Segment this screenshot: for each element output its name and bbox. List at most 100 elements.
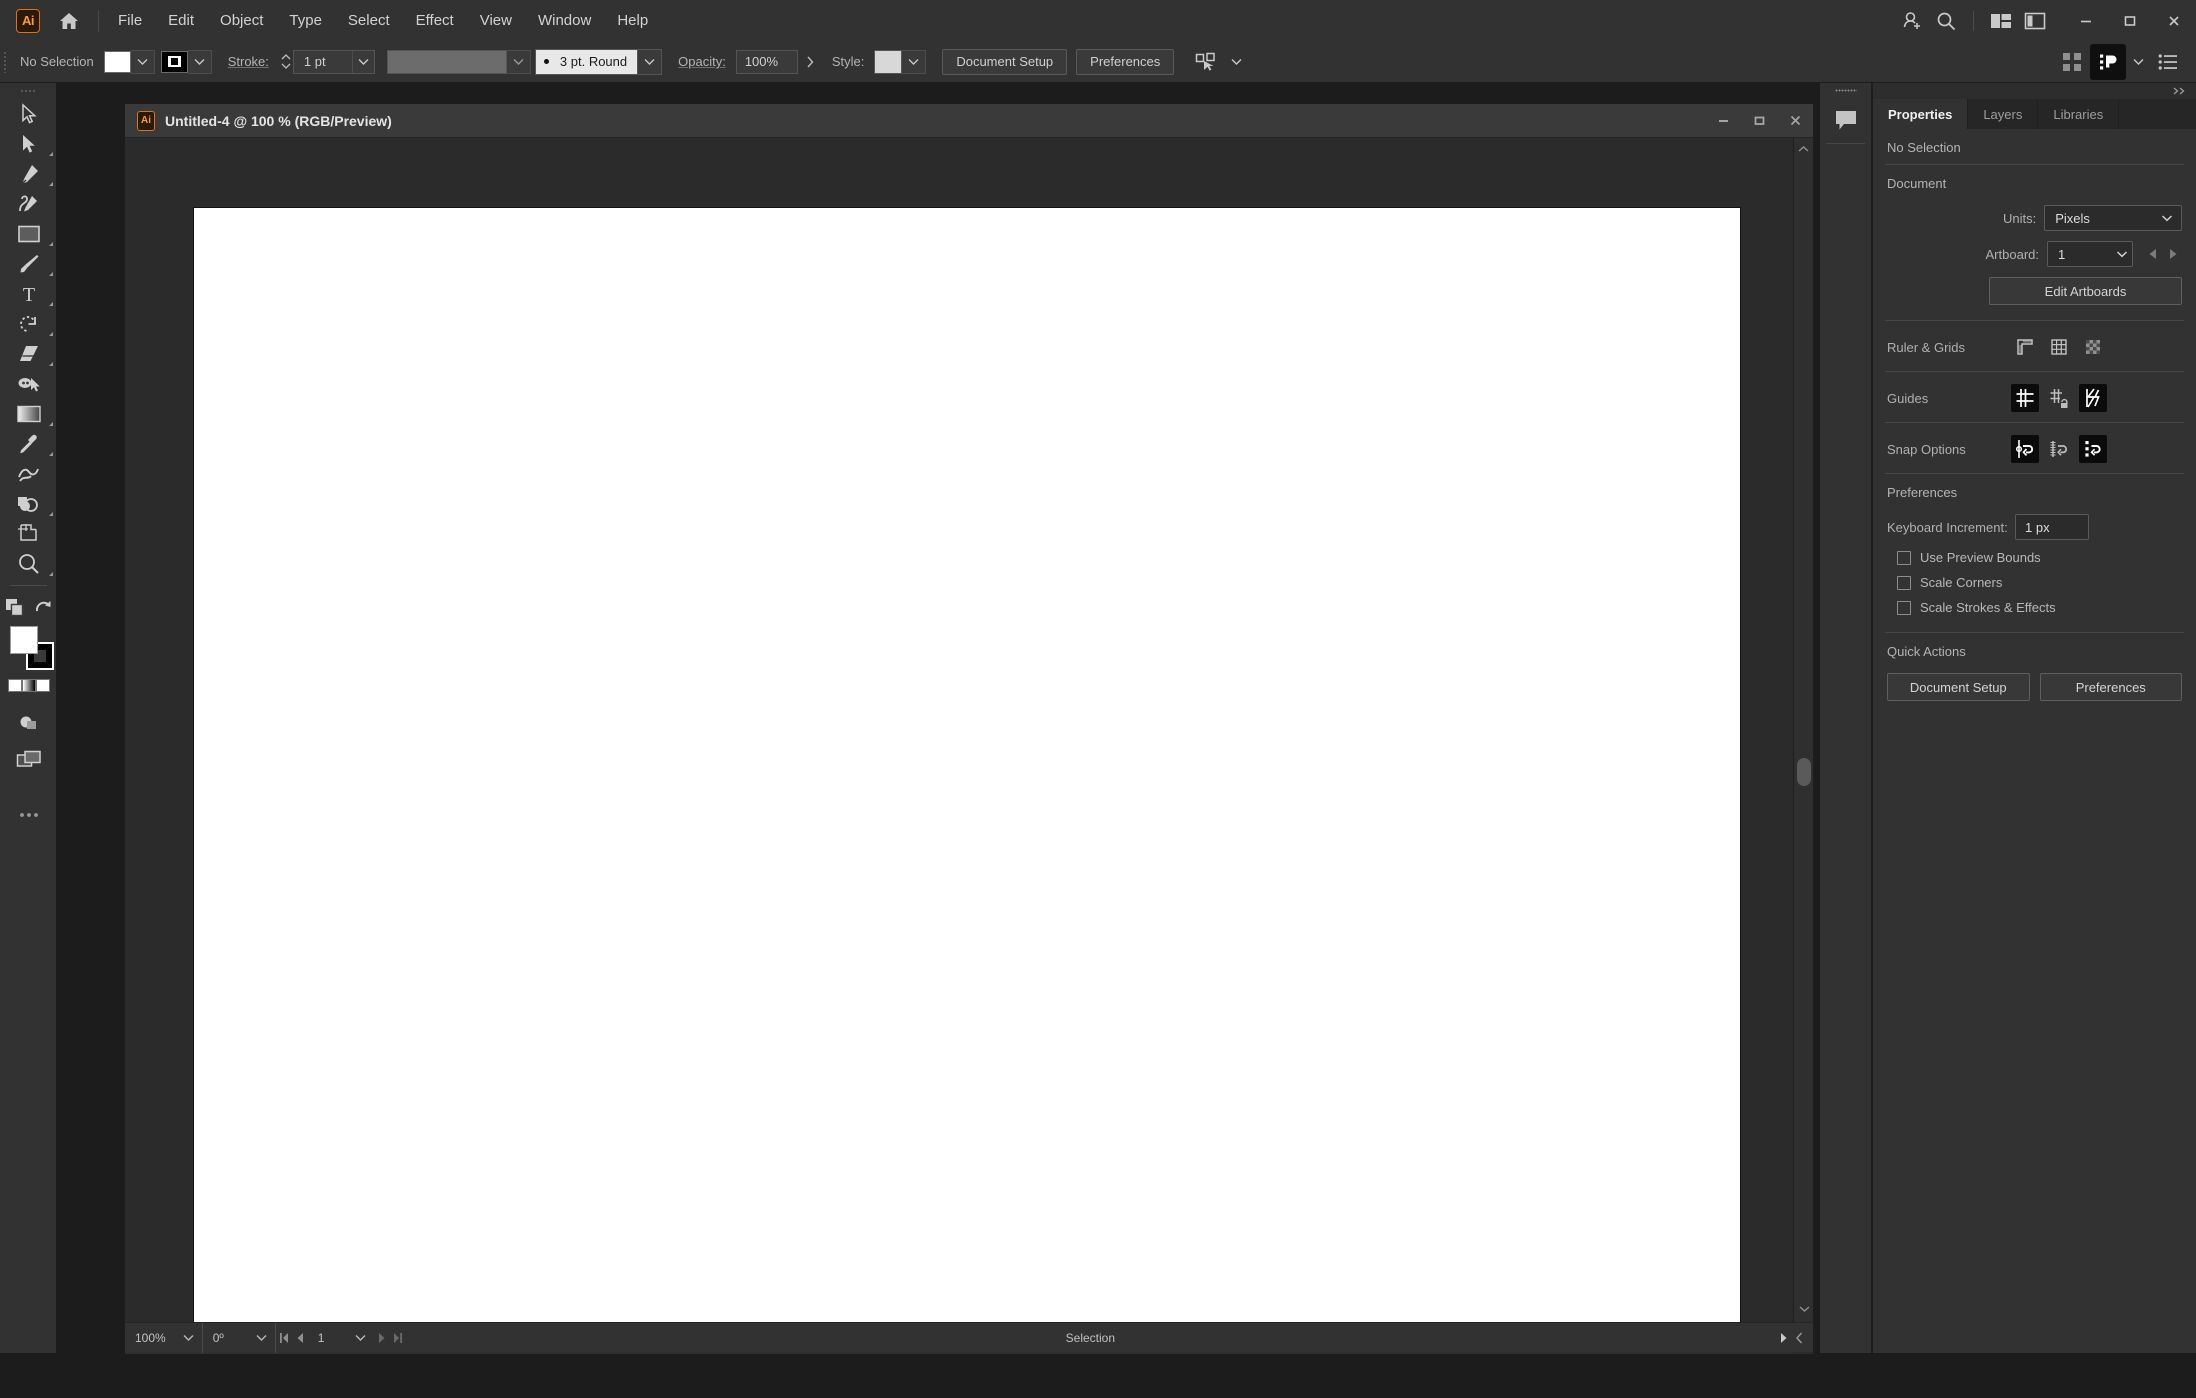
stroke-weight-label[interactable]: Stroke:: [228, 54, 269, 69]
stroke-weight-combo[interactable]: 1 pt: [292, 49, 375, 74]
fill-color-swatch[interactable]: [103, 50, 131, 73]
artboard-number-dropdown-arrow[interactable]: [348, 1334, 374, 1341]
menu-item-effect[interactable]: Effect: [403, 8, 467, 33]
collapse-panel-icon[interactable]: [2172, 86, 2188, 96]
swap-fill-stroke-icon[interactable]: [5, 598, 24, 617]
rotate-tool[interactable]: [0, 309, 57, 339]
vertical-scrollbar[interactable]: [1793, 138, 1813, 1322]
tab-properties[interactable]: Properties: [1873, 99, 1969, 129]
gradient-swatch-button[interactable]: [21, 678, 36, 692]
default-fill-stroke-icon[interactable]: [34, 598, 52, 616]
units-select[interactable]: Pixels: [2044, 205, 2182, 231]
arrange-icon[interactable]: [2054, 44, 2090, 80]
next-artboard-icon[interactable]: [374, 1323, 390, 1353]
screen-mode-icon[interactable]: [0, 744, 57, 774]
rotation-dropdown-arrow[interactable]: [249, 1334, 275, 1341]
previous-artboard-icon[interactable]: [292, 1323, 308, 1353]
opacity-input[interactable]: 100%: [735, 49, 798, 74]
canvas-area[interactable]: [125, 138, 1813, 1354]
graphic-style-swatch[interactable]: [874, 49, 903, 74]
show-rulers-icon[interactable]: [2011, 333, 2039, 361]
show-transparency-grid-icon[interactable]: [2079, 333, 2107, 361]
menu-item-file[interactable]: File: [105, 8, 155, 33]
properties-dropdown-button[interactable]: [2126, 50, 2150, 74]
artboard[interactable]: [193, 207, 1741, 1354]
selection-tool[interactable]: [0, 99, 57, 129]
none-swatch-button[interactable]: [35, 678, 50, 692]
pen-tool[interactable]: [0, 159, 57, 189]
zoom-level-combo[interactable]: 100%: [125, 1322, 203, 1353]
stroke-profile-preview[interactable]: [386, 49, 507, 74]
rectangle-tool[interactable]: [0, 219, 57, 249]
free-transform-tool[interactable]: [0, 459, 57, 489]
color-swatch-button[interactable]: [7, 678, 22, 692]
menu-item-edit[interactable]: Edit: [155, 8, 207, 33]
preferences-button[interactable]: Preferences: [1076, 48, 1175, 75]
eraser-tool[interactable]: [0, 339, 57, 369]
quick-action-preferences-button[interactable]: Preferences: [2039, 673, 2182, 701]
direct-selection-tool[interactable]: [0, 129, 57, 159]
paintbrush-tool[interactable]: [0, 249, 57, 279]
brush-definition-dropdown-arrow[interactable]: [637, 49, 662, 74]
tools-panel-grip[interactable]: [0, 83, 56, 99]
workspace-switcher-icon[interactable]: [2018, 4, 2052, 38]
type-tool[interactable]: T: [0, 279, 57, 309]
comment-icon[interactable]: [1820, 97, 1872, 143]
stroke-weight-dropdown-arrow[interactable]: [351, 50, 374, 73]
scroll-up-arrow[interactable]: [1794, 138, 1813, 160]
snap-to-point-icon[interactable]: [2011, 435, 2039, 463]
scale-corners-row[interactable]: Scale Corners: [1873, 570, 2196, 595]
window-close-button[interactable]: [2152, 0, 2196, 41]
previous-artboard-icon[interactable]: [2145, 246, 2161, 262]
window-maximize-button[interactable]: [2108, 0, 2152, 41]
menu-item-view[interactable]: View: [467, 8, 525, 33]
menu-item-type[interactable]: Type: [276, 8, 335, 33]
select-similar-dropdown-button[interactable]: [1224, 50, 1248, 74]
shape-builder-tool[interactable]: [0, 489, 57, 519]
keyboard-increment-input[interactable]: 1 px: [2015, 514, 2089, 540]
scale-corners-checkbox[interactable]: [1897, 575, 1911, 590]
gradient-tool[interactable]: [0, 399, 57, 429]
blob-brush-tool[interactable]: [0, 369, 57, 399]
search-icon[interactable]: [1929, 4, 1963, 38]
stroke-weight-stepper[interactable]: [279, 50, 293, 74]
add-collaborator-icon[interactable]: [1895, 4, 1929, 38]
menu-item-window[interactable]: Window: [525, 8, 604, 33]
first-artboard-icon[interactable]: [276, 1323, 292, 1353]
zoom-level-dropdown-arrow[interactable]: [176, 1334, 202, 1341]
drawing-mode-icon[interactable]: [0, 708, 57, 738]
style-dropdown-button[interactable]: [902, 49, 927, 74]
control-bar-grip[interactable]: [0, 41, 10, 83]
list-icon[interactable]: [2150, 44, 2186, 80]
lock-guides-icon[interactable]: [2045, 384, 2073, 412]
quick-action-document-setup-button[interactable]: Document Setup: [1887, 673, 2030, 701]
brush-definition-combo[interactable]: 3 pt. Round: [534, 48, 663, 75]
snap-to-grid-icon[interactable]: [2045, 435, 2073, 463]
last-artboard-icon[interactable]: [390, 1323, 406, 1353]
tab-layers[interactable]: Layers: [1968, 99, 2039, 129]
menu-item-select[interactable]: Select: [335, 8, 403, 33]
scroll-down-arrow[interactable]: [1794, 1298, 1813, 1320]
document-tab[interactable]: Ai Untitled-4 @ 100 % (RGB/Preview): [125, 104, 1813, 138]
rotation-combo[interactable]: 0º: [203, 1322, 276, 1353]
status-collapse-icon[interactable]: [1791, 1323, 1807, 1353]
next-artboard-icon[interactable]: [2165, 246, 2181, 262]
document-minimize-button[interactable]: [1705, 104, 1741, 138]
stroke-profile-dropdown-button[interactable]: [506, 49, 531, 74]
document-close-button[interactable]: [1777, 104, 1813, 138]
fill-dropdown-button[interactable]: [130, 49, 155, 74]
properties-panel-icon[interactable]: [2090, 43, 2126, 80]
use-preview-bounds-checkbox[interactable]: [1897, 550, 1911, 565]
window-minimize-button[interactable]: [2064, 0, 2108, 41]
document-restore-button[interactable]: [1741, 104, 1777, 138]
opacity-more-button[interactable]: [798, 50, 822, 74]
scale-strokes-effects-checkbox[interactable]: [1897, 600, 1911, 615]
smart-guides-icon[interactable]: [2079, 384, 2107, 412]
edit-artboards-button[interactable]: Edit Artboards: [1989, 277, 2182, 305]
artboard-number-combo[interactable]: 1: [308, 1323, 374, 1353]
use-preview-bounds-row[interactable]: Use Preview Bounds: [1873, 545, 2196, 570]
panel-collapse-bar[interactable]: [1873, 83, 2196, 99]
stroke-color-swatch[interactable]: [160, 50, 188, 73]
snap-to-pixel-icon[interactable]: [2079, 435, 2107, 463]
menu-item-object[interactable]: Object: [207, 8, 276, 33]
